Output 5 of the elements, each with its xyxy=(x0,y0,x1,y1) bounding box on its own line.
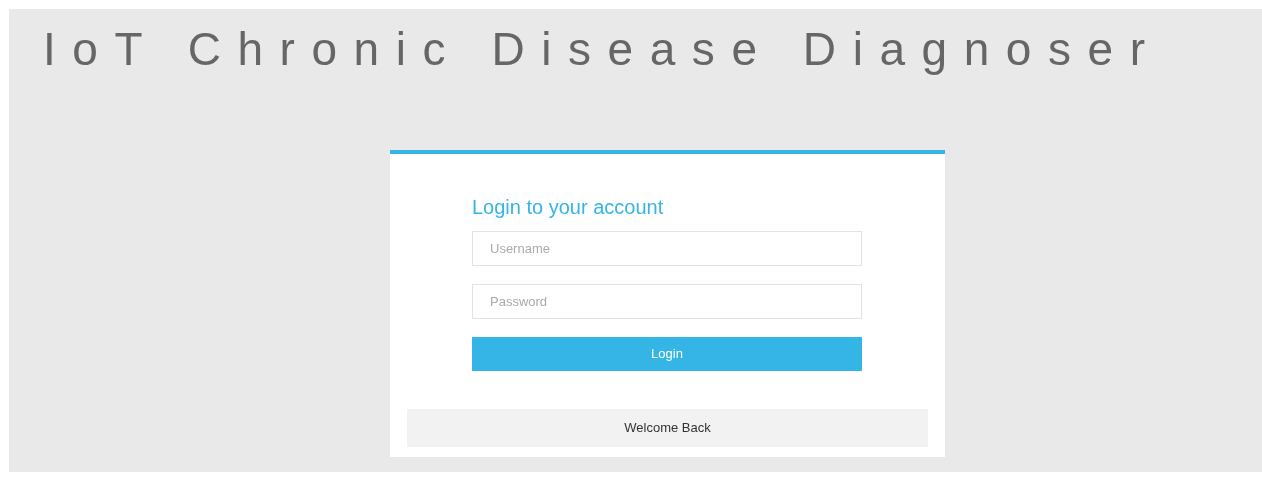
welcome-footer: Welcome Back xyxy=(407,409,928,447)
password-field[interactable]: Password xyxy=(472,284,862,319)
login-heading: Login to your account xyxy=(471,195,665,219)
login-button[interactable]: Login xyxy=(472,337,862,371)
username-field[interactable]: Username xyxy=(472,231,862,266)
